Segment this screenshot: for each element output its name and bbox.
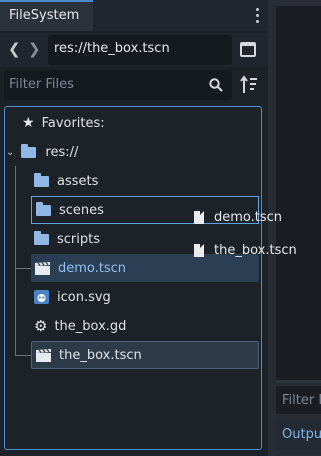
path-input[interactable]: res://the_box.tscn: [48, 35, 232, 65]
drag-preview-label: demo.tscn: [214, 210, 283, 225]
toggle-split-mode-icon[interactable]: [240, 42, 256, 57]
file-icon: [194, 244, 204, 257]
tree-item-demo-tscn[interactable]: demo.tscn: [31, 254, 259, 282]
tree-guide-line: [15, 268, 31, 269]
sort-icon[interactable]: [240, 75, 258, 95]
item-label: scripts: [57, 231, 100, 247]
tree-guide-line: [15, 355, 31, 356]
forward-arrow-icon[interactable]: ❯: [28, 40, 41, 58]
folder-icon: [21, 143, 37, 158]
bottom-panel-filter-input[interactable]: Filter M: [276, 386, 321, 414]
drag-preview-item: the_box.tscn: [194, 243, 297, 258]
panel-divider[interactable]: [276, 380, 321, 383]
item-label: assets: [57, 173, 99, 189]
search-icon[interactable]: [209, 78, 223, 92]
godot-image-icon: [34, 290, 49, 304]
item-label: the_box.tscn: [59, 347, 142, 363]
file-icon: [194, 211, 204, 224]
root-folder-row[interactable]: ⌄ res://: [6, 138, 78, 166]
folder-icon: [36, 201, 51, 216]
root-label: res://: [45, 144, 79, 160]
item-label: icon.svg: [57, 289, 111, 305]
drag-preview-item: demo.tscn: [194, 210, 282, 225]
gear-icon: ⚙: [34, 317, 48, 335]
output-tab[interactable]: Outpu: [276, 420, 321, 450]
tree-item-icon-svg[interactable]: icon.svg: [34, 283, 111, 311]
tab-label: FileSystem: [9, 8, 80, 23]
tree-guide-line: [15, 166, 16, 356]
item-label: scenes: [59, 202, 104, 218]
tree-item-scripts[interactable]: scripts: [34, 225, 100, 253]
tab-filesystem[interactable]: FileSystem: [0, 0, 93, 31]
tree-item-the-box-gd[interactable]: ⚙ the_box.gd: [34, 312, 126, 340]
scene-clapper-icon: [35, 261, 50, 275]
item-label: the_box.gd: [54, 318, 127, 334]
kebab-menu-icon[interactable]: [254, 7, 262, 25]
back-arrow-icon[interactable]: ❮: [8, 40, 21, 58]
star-icon: ★: [22, 115, 35, 131]
viewport-area: [276, 6, 321, 380]
scene-clapper-icon: [36, 348, 51, 362]
drag-preview-label: the_box.tscn: [214, 243, 297, 258]
filter-files-input[interactable]: Filter Files: [4, 70, 232, 100]
folder-icon: [34, 172, 49, 187]
chevron-down-icon[interactable]: ⌄: [6, 147, 14, 158]
favorites-label: Favorites:: [41, 115, 105, 131]
tree-item-the-box-tscn[interactable]: the_box.tscn: [31, 341, 259, 369]
item-label: demo.tscn: [58, 260, 127, 276]
folder-icon: [34, 230, 49, 245]
tree-item-assets[interactable]: assets: [34, 167, 98, 195]
favorites-row[interactable]: ★ Favorites:: [22, 109, 105, 137]
